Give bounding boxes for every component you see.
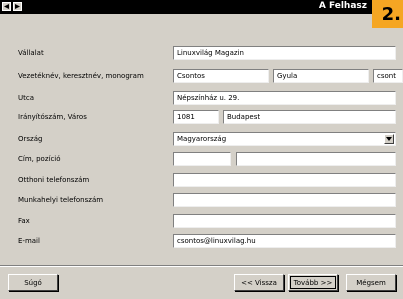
title-position-row: Cím, pozíció (0, 152, 403, 166)
zip-input[interactable]: 1081 (173, 110, 219, 124)
initials-input[interactable]: csont (373, 69, 403, 83)
country-select[interactable]: Magyarország (173, 132, 396, 146)
email-label: E-mail (18, 237, 40, 245)
fax-row: Fax (0, 214, 403, 228)
help-button[interactable]: Súgó (8, 274, 58, 291)
home-phone-label: Otthoni telefonszám (18, 176, 90, 184)
home-phone-row: Otthoni telefonszám (0, 173, 403, 187)
company-row: Vállalat Linuxvilág Magazin (0, 46, 403, 60)
title-position-label: Cím, pozíció (18, 155, 61, 163)
street-input[interactable]: Népszínház u. 29. (173, 91, 396, 105)
window-titlebar: A Felhasz (0, 0, 403, 14)
window-collapse-button[interactable] (13, 2, 22, 11)
position-input[interactable] (236, 152, 396, 166)
right-arrow-icon (15, 4, 20, 9)
country-label: Ország (18, 135, 43, 143)
back-button[interactable]: << Vissza (234, 274, 284, 291)
next-button[interactable]: Tovább >> (288, 274, 338, 291)
company-label: Vállalat (18, 49, 44, 57)
country-row: Ország Magyarország (0, 132, 403, 146)
last-name-input[interactable]: Csontos (173, 69, 269, 83)
fax-input[interactable] (173, 214, 396, 228)
user-info-form: Vállalat Linuxvilág Magazin Vezetéknév, … (0, 28, 403, 262)
name-row: Vezetéknév, keresztnév, monogram Csontos… (0, 69, 403, 83)
cancel-button[interactable]: Mégsem (346, 274, 396, 291)
window-menu-button[interactable] (2, 2, 11, 11)
street-row: Utca Népszínház u. 29. (0, 91, 403, 105)
zip-city-row: Irányítószám, Város 1081 Budapest (0, 110, 403, 124)
city-input[interactable]: Budapest (223, 110, 396, 124)
left-arrow-icon (4, 4, 9, 9)
email-input[interactable]: csontos@linuxvilag.hu (173, 234, 396, 248)
name-label: Vezetéknév, keresztnév, monogram (18, 72, 144, 80)
country-selected-value: Magyarország (177, 135, 227, 143)
zip-city-label: Irányítószám, Város (18, 113, 87, 121)
chevron-down-icon (386, 137, 392, 141)
company-input[interactable]: Linuxvilág Magazin (173, 46, 396, 60)
email-row: E-mail csontos@linuxvilag.hu (0, 234, 403, 248)
work-phone-label: Munkahelyi telefonszám (18, 196, 104, 204)
title-input[interactable] (173, 152, 231, 166)
work-phone-input[interactable] (173, 193, 396, 207)
street-label: Utca (18, 94, 35, 102)
work-phone-row: Munkahelyi telefonszám (0, 193, 403, 207)
country-dropdown-button[interactable] (384, 134, 394, 144)
footer-divider (0, 265, 403, 267)
step-badge: 2. (372, 0, 403, 28)
home-phone-input[interactable] (173, 173, 396, 187)
window-title: A Felhasz (318, 1, 367, 11)
fax-label: Fax (18, 217, 30, 225)
first-name-input[interactable]: Gyula (273, 69, 369, 83)
